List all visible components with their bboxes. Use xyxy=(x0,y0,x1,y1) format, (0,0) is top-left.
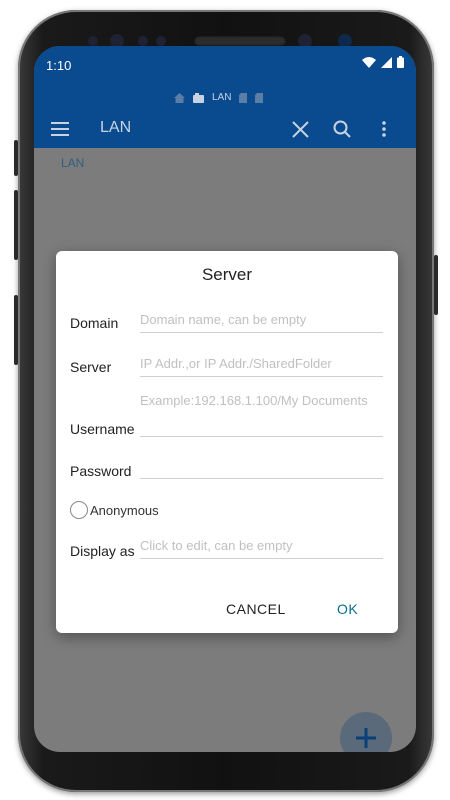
signal-icon xyxy=(381,56,392,68)
password-label: Password xyxy=(70,463,132,479)
status-icons xyxy=(362,56,404,68)
bixby-button xyxy=(14,295,18,365)
close-icon[interactable] xyxy=(290,119,310,139)
username-input[interactable] xyxy=(140,415,383,437)
app-bar: LAN xyxy=(34,110,416,148)
sensor-icon xyxy=(138,36,148,46)
volume-button xyxy=(14,140,18,176)
breadcrumb: LAN xyxy=(34,80,416,114)
menu-icon[interactable] xyxy=(50,119,70,139)
more-options-icon[interactable] xyxy=(374,119,394,139)
status-time: 1:10 xyxy=(46,58,72,73)
ok-button[interactable]: OK xyxy=(337,601,358,617)
server-input[interactable]: IP Addr.,or IP Addr./SharedFolder xyxy=(140,355,383,377)
dialog-title: Server xyxy=(201,265,253,284)
sensor-icon xyxy=(156,36,166,46)
sd-card-icon xyxy=(239,92,248,103)
plus-icon xyxy=(356,728,376,748)
breadcrumb-current[interactable]: LAN xyxy=(212,92,231,103)
storage-icon xyxy=(255,92,264,103)
lan-folder-icon xyxy=(193,92,204,103)
server-example-hint: Example:192.168.1.100/My Documents xyxy=(140,393,368,408)
display-as-label: Display as xyxy=(70,543,135,559)
app-bar-title: LAN xyxy=(100,119,132,136)
home-icon[interactable] xyxy=(174,92,185,103)
username-label: Username xyxy=(70,421,135,437)
wifi-icon xyxy=(362,56,376,68)
power-button xyxy=(434,255,438,315)
add-server-button[interactable] xyxy=(340,712,392,752)
display-as-input[interactable]: Click to edit, can be empty xyxy=(140,537,383,559)
battery-icon xyxy=(397,56,404,68)
anonymous-label[interactable]: Anonymous xyxy=(90,503,159,518)
domain-input[interactable]: Domain name, can be empty xyxy=(140,311,383,333)
cancel-button[interactable]: CANCEL xyxy=(226,601,286,617)
earpiece-speaker xyxy=(194,36,286,46)
current-folder-label: LAN xyxy=(61,156,85,170)
search-icon[interactable] xyxy=(332,119,352,139)
anonymous-radio[interactable] xyxy=(70,501,88,519)
password-input[interactable] xyxy=(140,457,383,479)
server-dialog: Server Domain Domain name, can be empty … xyxy=(56,251,398,633)
domain-label: Domain xyxy=(70,315,119,331)
sensor-icon xyxy=(88,36,98,46)
volume-button xyxy=(14,190,18,260)
server-label: Server xyxy=(70,359,112,375)
status-bar: 1:10 xyxy=(34,46,416,80)
